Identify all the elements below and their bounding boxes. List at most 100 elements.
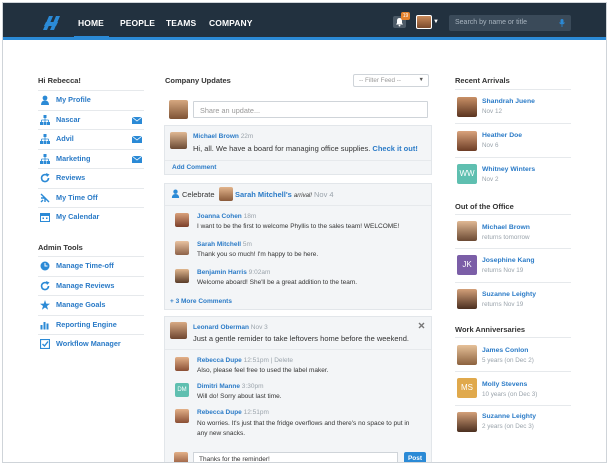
comment-author[interactable]: Benjamin Harris [197,269,247,276]
user-avatar[interactable] [416,15,432,29]
sidebar-item-marketing[interactable]: Marketing [38,148,144,169]
person-name[interactable]: Shandrah Juene [482,98,535,105]
sidebar-item-manage-goals[interactable]: Manage Goals [38,295,144,315]
post-author[interactable]: Michael Brown [193,133,239,140]
sidebar-item-advil[interactable]: Advil [38,129,144,149]
post-author[interactable]: Leonard Oberman [193,324,249,331]
celebrated-person[interactable]: Sarah Mitchell's [235,190,292,199]
sidebar-item-nascar[interactable]: Nascar [38,109,144,130]
avatar [457,289,477,309]
more-comments-link[interactable]: + 3 More Comments [170,298,232,305]
feed-post: Leonard Oberman Nov 3 Just a gentle remi… [164,316,432,462]
person-name[interactable]: Whitney Winters [482,166,535,173]
sidebar-item-my-profile[interactable]: My Profile [38,90,144,110]
sidebar-item-workflow-manager[interactable]: Workflow Manager [38,334,144,354]
out-of-office-heading: Out of the Office [455,202,514,211]
add-comment-link[interactable]: Add Comment [172,164,216,171]
avatar [175,241,189,255]
filter-feed-select[interactable]: -- Filter Feed -- ▼ [353,74,429,87]
sidebar-item-my-time-off[interactable]: My Time Off [38,187,144,208]
celebrate-label: Celebrate [182,190,215,199]
microphone-icon[interactable] [559,19,565,27]
sidebar-nav: My Profile Nascar Advil Marketing Review… [38,90,144,227]
list-item[interactable]: James Conlon 5 years (on Dec 2) [455,337,571,371]
divider [165,349,431,350]
avatar [175,409,189,423]
post-text: Hi, all. We have a board for managing of… [193,144,371,153]
chevron-down-icon[interactable]: ▼ [433,19,439,25]
list-item[interactable]: MS Molly Stevens 10 years (on Dec 3) [455,371,571,405]
sidebar-item-my-calendar[interactable]: My Calendar [38,207,144,227]
mail-icon[interactable] [132,136,142,143]
person-name[interactable]: Josephine Kang [482,257,535,264]
list-item[interactable]: JK Josephine Kang returns Nov 19 [455,248,571,282]
comment-text: I want to be the first to welcome Phylli… [197,223,400,230]
top-nav-bar: HOME PEOPLE TEAMS COMPANY 19 ▼ Search by… [3,3,606,40]
list-item[interactable]: Michael Brown returns tomorrow [455,214,571,248]
avatar: DM [175,383,189,397]
person-name[interactable]: James Conlon [482,347,528,354]
delete-link[interactable]: Delete [274,357,293,364]
person-name[interactable]: Suzanne Leighty [482,291,536,298]
nav-home[interactable]: HOME [78,18,104,28]
person-name[interactable]: Michael Brown [482,224,530,231]
avatar [175,213,189,227]
org-chart-icon [40,153,50,164]
refresh-icon [40,173,50,183]
avatar [170,132,187,149]
comment-author[interactable]: Joanna Cohen [197,213,242,220]
avatar [175,357,189,371]
avatar [457,345,477,365]
list-item[interactable]: WW Whitney Winters Nov 2 [455,157,571,191]
refresh-icon [40,280,50,290]
sidebar-item-manage-reviews[interactable]: Manage Reviews [38,275,144,296]
post-button[interactable]: Post [404,452,426,462]
person-icon [171,189,180,198]
comment-author[interactable]: Sarah Mitchell [197,241,241,248]
sidebar-item-reporting-engine[interactable]: Reporting Engine [38,314,144,335]
comment-text: Will do! Sorry about last time. [197,393,282,400]
nav-people[interactable]: PEOPLE [120,18,155,28]
comment-text: Thank you so much! I'm happy to be here. [197,251,319,258]
list-item[interactable]: Shandrah Juene Nov 12 [455,89,571,123]
close-icon[interactable] [418,322,425,329]
person-name[interactable]: Molly Stevens [482,381,527,388]
person-name[interactable]: Heather Doe [482,132,522,139]
mail-icon[interactable] [132,116,142,124]
checkbox-icon [40,339,50,349]
person-icon [41,95,49,105]
person-name[interactable]: Suzanne Leighty [482,413,536,420]
chevron-down-icon: ▼ [418,77,424,83]
notification-count-badge: 19 [401,12,410,20]
comment-text: Also, please feel free to used the label… [197,367,329,374]
search-input[interactable]: Search by name or title [449,15,571,31]
share-update-input[interactable]: Share an update... [193,101,428,118]
mail-icon[interactable] [132,155,142,163]
nav-teams[interactable]: TEAMS [166,18,196,28]
post-time: Nov 3 [250,324,268,331]
avatar: JK [457,255,477,275]
avatar [170,322,187,339]
list-item[interactable]: Suzanne Leighty returns Nov 19 [455,282,571,316]
nav-company[interactable]: COMPANY [209,18,253,28]
comment-author[interactable]: Rebecca Dupe [197,357,242,364]
avatar [457,131,477,151]
comment-author[interactable]: Dimitri Manne [197,383,240,390]
list-item[interactable]: Suzanne Leighty 2 years (on Dec 3) [455,405,571,439]
avatar [175,269,189,283]
org-chart-icon [40,134,50,144]
feed-post: Michael Brown 22m Hi, all. We have a boa… [164,125,432,175]
sidebar-item-manage-time-off[interactable]: Manage Time-off [38,256,144,276]
avatar: WW [457,164,477,184]
list-item[interactable]: Heather Doe Nov 6 [455,123,571,157]
sidebar-item-reviews[interactable]: Reviews [38,168,144,188]
org-chart-icon [40,114,50,125]
airplane-icon [40,193,50,202]
reply-input[interactable]: Thanks for the reminder! [193,452,398,462]
check-it-out-link[interactable]: Check it out! [372,144,417,153]
work-anniversaries-heading: Work Anniversaries [455,325,526,334]
company-logo-icon[interactable] [41,13,61,30]
avatar [457,412,477,432]
comment-author[interactable]: Rebecca Dupe [197,409,242,416]
post-time: Nov 4 [314,190,334,199]
